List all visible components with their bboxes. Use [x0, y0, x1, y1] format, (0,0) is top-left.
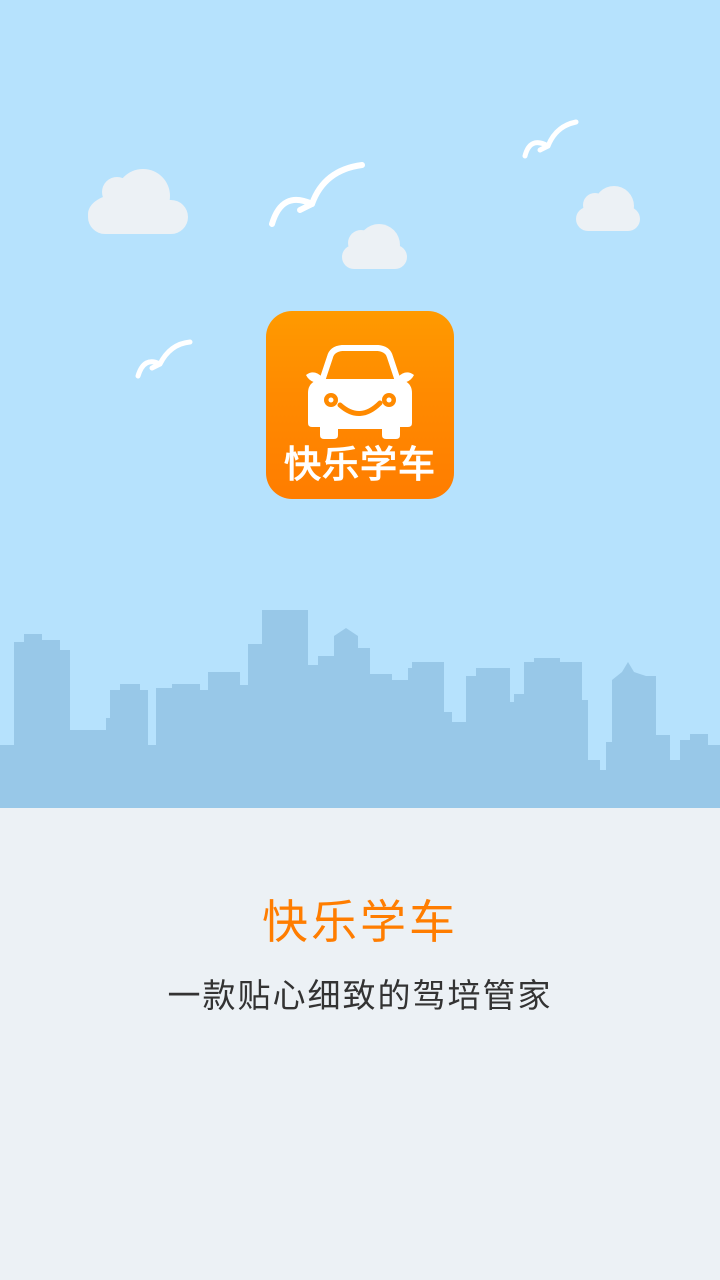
ground-area — [0, 808, 720, 1280]
app-slogan: 一款贴心细致的驾培管家 — [167, 976, 553, 1015]
app-logo: 快乐学车 — [266, 311, 454, 499]
car-icon — [306, 345, 414, 439]
bird-icon — [522, 119, 579, 159]
cloud-icon — [342, 224, 407, 269]
app-logo-label: 快乐学车 — [284, 443, 436, 486]
cloud-icon — [88, 169, 188, 234]
city-skyline — [0, 610, 720, 808]
splash-screen: 快乐学车 快乐学车 一款贴心细致的驾培管家 — [0, 0, 720, 1280]
bird-icon — [135, 339, 193, 379]
cloud-icon — [576, 186, 640, 231]
sky-background: 快乐学车 — [0, 0, 720, 808]
bird-icon — [269, 162, 365, 227]
app-title: 快乐学车 — [262, 895, 458, 949]
